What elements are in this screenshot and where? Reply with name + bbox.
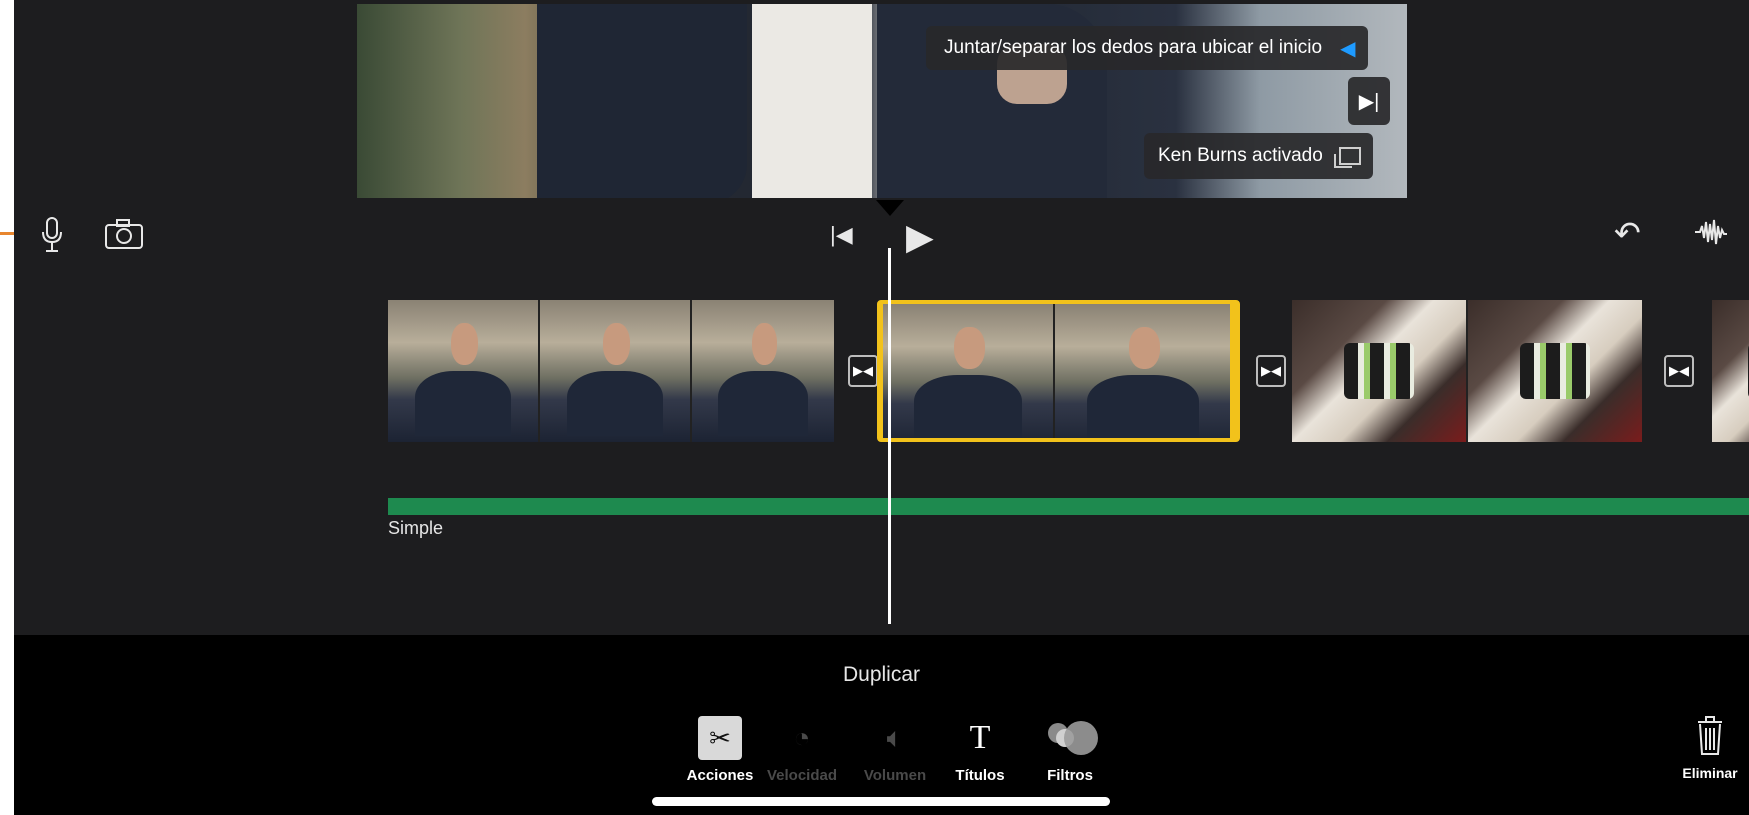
home-indicator[interactable] xyxy=(652,797,1110,806)
camera-icon[interactable] xyxy=(104,218,144,250)
video-viewer: Juntar/separar los dedos para ubicar el … xyxy=(14,0,1749,200)
speedometer-icon: ◔ xyxy=(793,722,811,753)
audio-waveform-icon[interactable] xyxy=(1694,218,1728,246)
tab-titulos[interactable]: T Títulos xyxy=(944,715,1016,784)
delete-button[interactable]: Eliminar xyxy=(1674,713,1746,781)
transition-button[interactable]: ▶◀ xyxy=(1256,355,1286,387)
start-hint-pill[interactable]: Juntar/separar los dedos para ubicar el … xyxy=(926,26,1368,70)
scissors-icon: ✂ xyxy=(698,716,742,760)
transition-button[interactable]: ▶◀ xyxy=(1664,355,1694,387)
theme-music-label: Simple xyxy=(388,518,444,538)
play-icon[interactable]: ▶︎ xyxy=(906,216,934,258)
theme-music-track[interactable] xyxy=(388,498,1749,515)
volume-icon: 🔈︎ xyxy=(886,721,904,753)
clip-frame xyxy=(388,300,538,442)
end-position-button[interactable]: ▶︎| xyxy=(1348,77,1390,125)
transition-icon: ▶◀ xyxy=(853,363,873,378)
start-hint-text: Juntar/separar los dedos para ubicar el … xyxy=(944,37,1323,58)
transition-icon: ▶◀ xyxy=(1261,363,1281,378)
titles-icon: T xyxy=(969,719,991,756)
clip-frame xyxy=(1292,300,1466,442)
clip-frame xyxy=(540,300,690,442)
clip-frame xyxy=(1055,304,1230,438)
timeline[interactable]: |◀︎ ▶︎ ↶ ▶◀ ▶◀ ▶◀ Simple xyxy=(14,200,1749,635)
tab-volumen[interactable]: 🔈︎ Volumen xyxy=(859,715,931,785)
clip-action-bar: Duplicar ✂ Acciones ◔ Velocidad 🔈︎ Volum… xyxy=(14,635,1749,815)
playhead[interactable] xyxy=(888,248,891,624)
transition-icon: ▶◀ xyxy=(1669,363,1689,378)
tab-acciones[interactable]: ✂ Acciones xyxy=(684,715,756,784)
transition-button[interactable]: ▶◀ xyxy=(848,355,878,387)
ken-burns-icon xyxy=(1333,147,1361,168)
clip-frame xyxy=(1468,300,1642,442)
clip-frame xyxy=(692,300,834,442)
skip-to-end-icon: ▶︎| xyxy=(1358,90,1380,113)
skip-to-start-icon: ◀︎ xyxy=(1340,37,1356,60)
tab-velocidad[interactable]: ◔ Velocidad xyxy=(766,715,838,784)
action-title[interactable]: Duplicar xyxy=(14,663,1749,687)
video-clip[interactable] xyxy=(1292,300,1642,442)
trash-icon xyxy=(1674,713,1746,759)
ken-burns-pill[interactable]: Ken Burns activado xyxy=(1144,133,1373,179)
skip-start-icon[interactable]: |◀︎ xyxy=(830,222,853,248)
video-clip[interactable] xyxy=(388,300,834,442)
ken-burns-text: Ken Burns activado xyxy=(1158,145,1323,166)
tab-filtros[interactable]: Filtros xyxy=(1034,715,1106,784)
filters-icon xyxy=(1042,715,1098,761)
imovie-editor: Juntar/separar los dedos para ubicar el … xyxy=(14,0,1749,815)
microphone-icon[interactable] xyxy=(40,216,64,254)
clip-frame xyxy=(883,304,1053,438)
undo-icon[interactable]: ↶ xyxy=(1614,214,1641,252)
video-clip-selected[interactable] xyxy=(877,300,1240,442)
clip-frame xyxy=(1712,300,1749,442)
playhead-notch xyxy=(876,200,904,216)
video-clip[interactable] xyxy=(1712,300,1749,442)
